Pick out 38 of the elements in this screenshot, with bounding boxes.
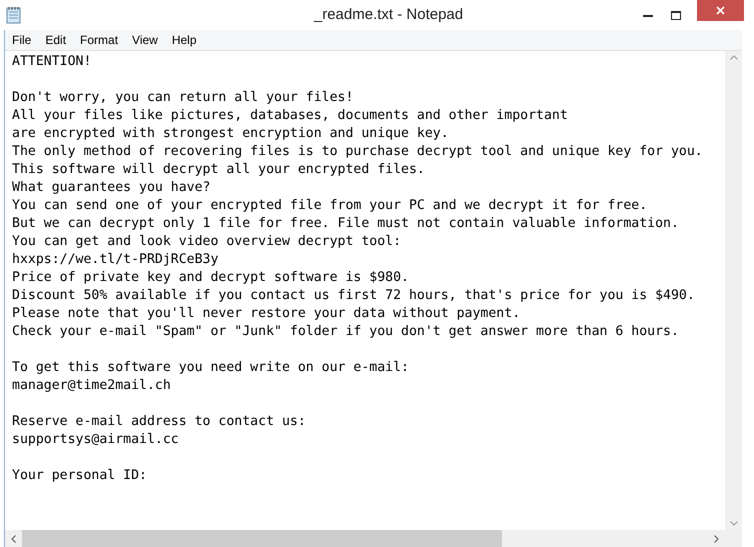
text-line: You can send one of your encrypted file from your PC and we decrypt it for free. [12,197,648,215]
text-line: are encrypted with strongest encryption and unique key. [12,125,449,143]
text-line: supportsys@airmail.cc [12,431,179,449]
text-line: Please note that you'll never restore your data without payment. [12,305,520,323]
text-line: You can get and look video overview decrypt tool: [12,233,402,251]
text-line: manager@time2mail.ch [12,377,171,395]
text-line: The only method of recovering files is to purchase decrypt tool and unique key for you. [12,143,703,161]
text-line: Reserve e-mail address to contact us: [12,413,306,431]
scroll-down-icon [730,521,738,526]
text-line: To get this software you need write on our e-mail: [12,359,409,377]
close-button[interactable] [697,0,744,21]
text-line: Discount 50% available if you contact us first 72 hours, that's price for you is $490. [12,287,695,305]
text-line: Check your e-mail "Spam" or "Junk" folder if you don't get answer more than 6 hours. [12,323,679,341]
menu-item[interactable]: Edit [38,31,74,49]
text-line: Don't worry, you can return all your files! [12,89,354,107]
window-title: _readme.txt - Notepad [312,4,464,25]
menu-item[interactable]: File [5,31,38,49]
menu-item[interactable]: Format [73,31,126,49]
text-line: This software will decrypt all your encrypted files. [12,161,425,179]
scroll-thumb[interactable] [22,530,502,547]
text-line: All your files like pictures, databases, documents and other important [12,107,568,125]
text-line: Your personal ID: [12,467,147,485]
horizontal-scrollbar[interactable] [5,530,742,547]
notepad-icon [6,6,22,24]
text-line: Price of private key and decrypt software is $980. [12,269,409,287]
text-line: But we can decrypt only 1 file for free. File must not contain valuable information. [12,215,679,233]
scroll-up-icon [730,55,738,60]
maximize-icon [671,10,681,20]
menu-item[interactable]: View [125,31,165,49]
text-line: ATTENTION! [12,53,92,71]
scroll-right-icon [714,534,719,542]
text-line: What guarantees you have? [12,179,210,197]
minimize-icon [643,14,653,16]
close-icon [716,6,725,15]
scroll-left-icon [11,534,16,542]
vertical-scrollbar[interactable] [725,51,742,530]
menu-item[interactable]: Help [164,31,204,49]
text-line: hxxps://we.tl/t-PRDjRCeB3y [12,251,218,269]
